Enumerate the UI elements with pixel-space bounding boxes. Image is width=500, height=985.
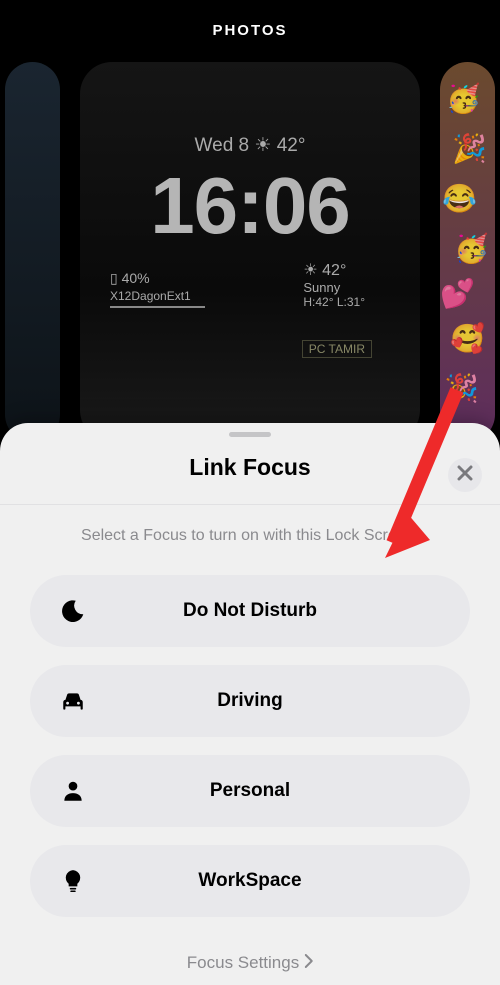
photos-header-label: PHOTOS xyxy=(212,22,287,39)
sheet-title: Link Focus xyxy=(189,454,310,481)
lockscreen-preview-next[interactable]: 🥳 🎉 😂 🥳 💕 🥰 🎉 xyxy=(440,62,495,442)
close-button[interactable] xyxy=(448,458,482,492)
lockscreen-preview-current[interactable]: Wed 8 ☀ 42° 16:06 ▯ 40% X12DagonExt1 ☀ 4… xyxy=(80,62,420,442)
lockscreen-gallery: Wed 8 ☀ 42° 16:06 ▯ 40% X12DagonExt1 ☀ 4… xyxy=(0,62,500,462)
chevron-right-icon xyxy=(305,953,313,973)
lockscreen-date: Wed 8 ☀ 42° xyxy=(80,134,420,157)
bulb-icon xyxy=(60,868,86,894)
focus-list: Do Not Disturb Driving Personal WorkSpac… xyxy=(0,575,500,917)
link-focus-sheet: Link Focus Select a Focus to turn on wit… xyxy=(0,423,500,985)
background-sign: PC TAMIR xyxy=(302,340,372,358)
focus-item-label: WorkSpace xyxy=(30,870,470,892)
focus-item-label: Do Not Disturb xyxy=(30,600,470,622)
lockscreen-widget-battery: ▯ 40% X12DagonExt1 xyxy=(110,270,205,308)
sheet-subtitle: Select a Focus to turn on with this Lock… xyxy=(0,527,500,545)
focus-item-personal[interactable]: Personal xyxy=(30,755,470,827)
focus-item-label: Driving xyxy=(30,690,470,712)
car-icon xyxy=(60,688,86,714)
sheet-header: Link Focus xyxy=(0,423,500,505)
focus-item-do-not-disturb[interactable]: Do Not Disturb xyxy=(30,575,470,647)
close-icon xyxy=(457,465,473,486)
lockscreen-widget-weather: ☀ 42° Sunny H:42° L:31° xyxy=(303,260,365,309)
lockscreen-time: 16:06 xyxy=(80,160,420,252)
focus-item-label: Personal xyxy=(30,780,470,802)
moon-icon xyxy=(60,598,86,624)
focus-settings-link[interactable]: Focus Settings xyxy=(187,953,313,973)
focus-item-workspace[interactable]: WorkSpace xyxy=(30,845,470,917)
lockscreen-preview-prev[interactable] xyxy=(5,62,60,442)
focus-item-driving[interactable]: Driving xyxy=(30,665,470,737)
focus-settings-label: Focus Settings xyxy=(187,953,299,973)
person-icon xyxy=(60,778,86,804)
